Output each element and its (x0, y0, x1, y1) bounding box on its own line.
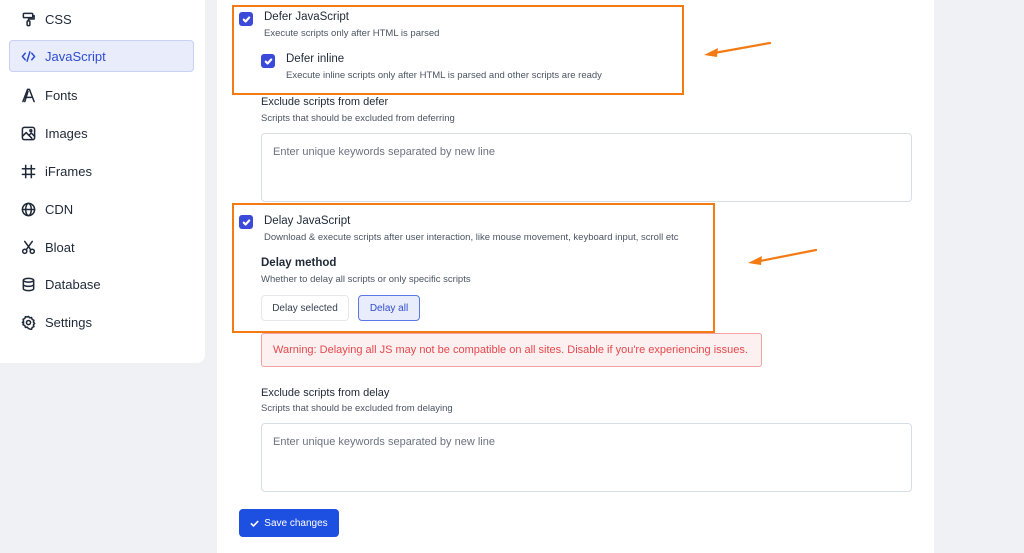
code-icon (20, 48, 36, 64)
sidebar-item-iframes[interactable]: iFrames (9, 155, 194, 187)
paint-roller-icon (20, 11, 36, 27)
exclude-delay-label: Exclude scripts from delay (261, 387, 390, 399)
gear-icon (20, 314, 36, 330)
sidebar-item-cdn[interactable]: CDN (9, 193, 194, 225)
image-icon (20, 125, 36, 141)
sidebar-item-bloat[interactable]: Bloat (9, 231, 194, 263)
database-icon (20, 276, 36, 292)
exclude-delay-description: Scripts that should be excluded from del… (261, 403, 453, 414)
hash-icon (20, 163, 36, 179)
sidebar-item-label: Images (45, 125, 88, 141)
sidebar-item-label: Settings (45, 314, 92, 330)
sidebar: CSS JavaScript Fonts Images iFrames CDN (0, 0, 205, 363)
annotation-highlight-defer (232, 5, 684, 95)
sidebar-item-label: iFrames (45, 163, 92, 179)
sidebar-item-label: CSS (45, 11, 72, 27)
annotation-highlight-delay (232, 203, 715, 333)
save-changes-label: Save changes (264, 517, 328, 529)
sidebar-item-label: Fonts (45, 87, 78, 103)
sidebar-item-label: Bloat (45, 239, 75, 255)
font-icon (20, 87, 36, 103)
sidebar-item-label: JavaScript (45, 48, 106, 64)
scissors-icon (20, 239, 36, 255)
sidebar-item-label: CDN (45, 201, 74, 217)
sidebar-item-images[interactable]: Images (9, 117, 194, 149)
exclude-defer-input[interactable] (261, 133, 912, 202)
sidebar-item-label: Database (45, 276, 101, 292)
sidebar-item-javascript[interactable]: JavaScript (9, 40, 194, 72)
globe-icon (20, 201, 36, 217)
annotation-arrow-icon (748, 248, 818, 265)
sidebar-item-css[interactable]: CSS (9, 3, 194, 35)
annotation-arrow-icon (704, 41, 772, 57)
exclude-defer-description: Scripts that should be excluded from def… (261, 113, 455, 124)
exclude-delay-input[interactable] (261, 423, 912, 492)
warning-alert: Warning: Delaying all JS may not be comp… (261, 333, 762, 367)
sidebar-item-database[interactable]: Database (9, 268, 194, 300)
exclude-defer-label: Exclude scripts from defer (261, 96, 389, 108)
sidebar-item-fonts[interactable]: Fonts (9, 79, 194, 111)
save-changes-button[interactable]: Save changes (239, 509, 339, 537)
check-icon (250, 520, 259, 527)
sidebar-item-settings[interactable]: Settings (9, 306, 194, 338)
